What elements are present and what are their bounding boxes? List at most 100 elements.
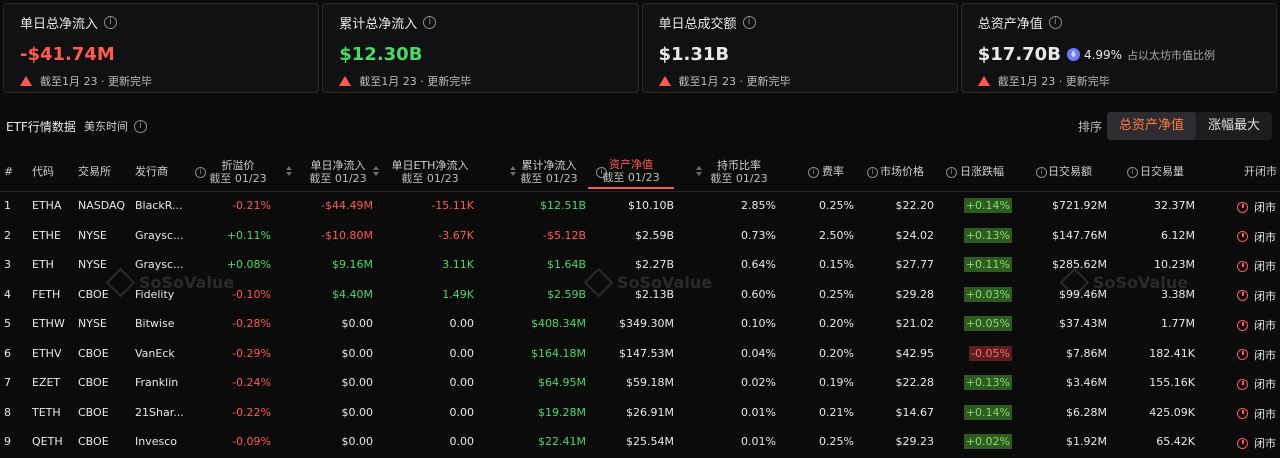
col-volume-usd[interactable]: 日交易额 [1048, 165, 1092, 178]
cell-fee: 0.25% [819, 287, 854, 301]
col-code[interactable]: 代码 [32, 165, 54, 178]
table-row[interactable]: 1 ETHA NASDAQ BlackR... -0.21% -$44.49M -15.11… [0, 192, 1280, 222]
market-status: 闭市 [1237, 199, 1276, 215]
info-icon[interactable]: i [195, 167, 206, 178]
cell-code[interactable]: ETHW [32, 317, 65, 330]
cell-code[interactable]: QETH [32, 435, 63, 448]
info-icon[interactable]: i [808, 167, 819, 178]
cell-share: 0.01% [741, 405, 776, 419]
cell-share: 2.85% [741, 199, 776, 212]
col-change[interactable]: 日涨跌幅 [960, 165, 1004, 178]
cell-price: $14.67 [895, 405, 935, 419]
summary-cards: 单日总净流入 i -$41.74M 截至1月 23 · 更新完毕 累计总净流入 i … [3, 3, 1277, 93]
info-icon[interactable]: i [134, 119, 147, 133]
col-num: # [4, 165, 14, 178]
cell-premium: -0.10% [232, 287, 271, 301]
card-title: 单日总成交额 [658, 17, 737, 32]
cell-code[interactable]: ETHE [32, 229, 61, 242]
cell-code[interactable]: FETH [32, 288, 60, 301]
col-exchange[interactable]: 交易所 [78, 165, 111, 178]
cell-exchange: CBOE [78, 405, 109, 419]
cell-cum-flow: $408.34M [531, 317, 586, 330]
table-row[interactable]: 6 ETHV CBOE VanEck -0.29% $0.00 0.00 $164.18M $1… [0, 340, 1280, 370]
cell-num: 8 [4, 405, 11, 419]
cell-num: 7 [4, 376, 11, 389]
card-title: 单日总净流入 [20, 17, 99, 32]
cell-volume: 32.37M [1154, 199, 1195, 212]
cell-daily-eth-flow: 0.00 [449, 346, 475, 360]
cell-cum-flow: $19.28M [538, 405, 586, 419]
cell-daily-flow: $0.00 [341, 317, 374, 330]
market-status-label: 闭市 [1254, 289, 1276, 303]
col-share[interactable]: 持币比率 截至 01/23 [708, 159, 770, 185]
cell-code[interactable]: ETH [32, 258, 54, 271]
info-icon[interactable]: i [104, 16, 118, 29]
table-row[interactable]: 7 EZET CBOE Franklin -0.24% $0.00 0.00 $64.95M $… [0, 369, 1280, 399]
col-daily-eth-flow[interactable]: 单日ETH净流入 截至 01/23 [386, 159, 474, 185]
cell-daily-flow: $0.00 [341, 346, 374, 360]
table-row[interactable]: 5 ETHW NYSE Bitwise -0.28% $0.00 0.00 $408.34M $… [0, 310, 1280, 340]
cell-code[interactable]: ETHA [32, 199, 61, 212]
cell-issuer: Invesco [135, 435, 178, 448]
clock-icon [1237, 437, 1248, 449]
cell-daily-eth-flow: -15.11K [431, 199, 474, 212]
market-cap-pct: 4.99% [1083, 47, 1123, 62]
col-daily-flow[interactable]: 单日净流入 截至 01/23 [304, 159, 372, 185]
warning-icon [977, 76, 990, 86]
market-status: 闭市 [1237, 347, 1276, 363]
cell-cum-flow: -$5.12B [542, 228, 586, 242]
sosovalue-logo-icon [1059, 267, 1090, 298]
cell-nav: $59.18M [626, 376, 674, 389]
warning-icon [20, 76, 32, 86]
cell-volume: 10.23M [1154, 258, 1195, 271]
warning-icon [339, 76, 352, 86]
sort-label: 排序 [1078, 120, 1103, 134]
cell-cum-flow: $1.64B [546, 258, 586, 271]
cell-code[interactable]: EZET [32, 376, 60, 389]
market-status-label: 闭市 [1254, 378, 1276, 391]
sort-by-nav-button[interactable]: 总资产净值 [1107, 112, 1197, 140]
cell-volume: 425.09K [1149, 405, 1195, 419]
cell-num: 1 [4, 199, 11, 212]
sort-arrows-icon[interactable] [286, 166, 292, 178]
warning-icon [658, 76, 671, 86]
info-icon[interactable]: i [946, 167, 957, 178]
col-fee[interactable]: 费率 [822, 165, 844, 178]
info-icon[interactable]: i [867, 167, 878, 178]
info-icon[interactable]: i [742, 16, 756, 29]
info-icon[interactable]: i [423, 16, 437, 29]
cell-num: 5 [4, 317, 11, 330]
cell-code[interactable]: ETHV [32, 347, 61, 360]
info-icon[interactable]: i [1048, 16, 1062, 29]
table-row[interactable]: 2 ETHE NYSE Graysc... +0.11% -$10.80M -3.67K -$… [0, 222, 1280, 252]
col-price[interactable]: 市场价格 [880, 165, 924, 178]
sort-by-gain-button[interactable]: 涨幅最大 [1196, 112, 1272, 140]
timezone-label: 美东时间 [84, 120, 128, 133]
cell-premium: -0.21% [232, 199, 271, 212]
cell-volume: 155.16K [1149, 376, 1195, 389]
clock-icon [1237, 231, 1248, 242]
cell-premium: -0.28% [232, 317, 271, 330]
cell-code[interactable]: TETH [32, 406, 61, 419]
info-icon[interactable]: i [1127, 167, 1138, 178]
cell-exchange: CBOE [78, 435, 109, 448]
table-row[interactable]: 9 QETH CBOE Invesco -0.09% $0.00 0.00 $22.41M $2… [0, 428, 1280, 458]
table-row[interactable]: 8 TETH CBOE 21Shar... -0.22% $0.00 0.00 $19.28M… [0, 399, 1280, 429]
card-note: 截至1月 23 · 更新完毕 [359, 75, 472, 88]
clock-icon [1237, 201, 1248, 213]
col-volume[interactable]: 日交易量 [1140, 165, 1184, 178]
col-issuer[interactable]: 发行商 [135, 165, 168, 178]
sort-arrows-icon[interactable] [373, 166, 379, 178]
cell-nav: $10.10B [627, 199, 674, 212]
cell-change: +0.05% [963, 316, 1012, 331]
cell-premium: -0.24% [232, 376, 271, 389]
cell-price: $29.28 [895, 287, 935, 301]
col-nav[interactable]: 资产净值 截至 01/23 [588, 158, 674, 189]
sort-arrows-icon[interactable] [696, 166, 702, 178]
col-premium[interactable]: 折溢价 截至 01/23 [206, 159, 270, 185]
cell-volume-usd: $7.86M [1066, 346, 1107, 360]
sort-arrows-icon[interactable] [510, 166, 516, 178]
info-icon[interactable]: i [1036, 167, 1047, 178]
col-cum-flow[interactable]: 累计净流入 截至 01/23 [518, 159, 580, 185]
watermark: SoSoValue [583, 267, 712, 298]
